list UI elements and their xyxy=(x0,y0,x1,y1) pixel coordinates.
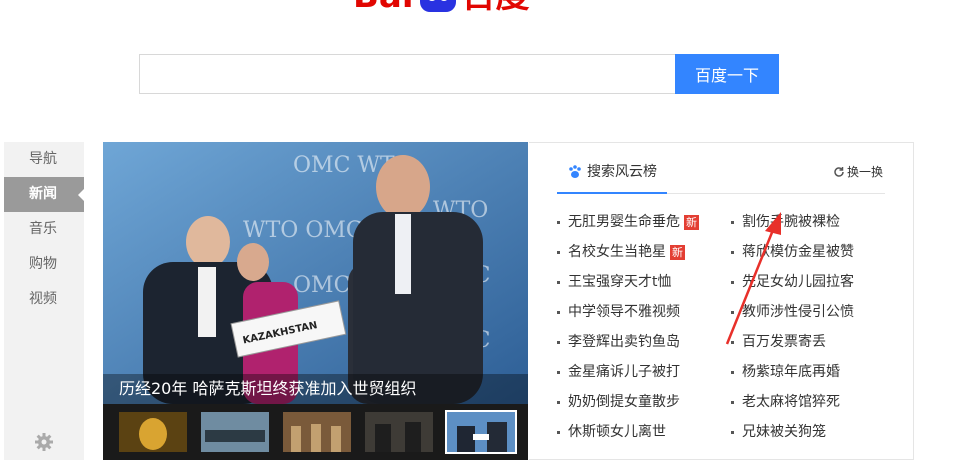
hot-item[interactable]: 休斯顿女儿离世 xyxy=(557,417,699,447)
hot-list-left: 无肛男婴生命垂危新 名校女生当艳星新 王宝强穿天才t恤 中学领导不雅视频 李登辉… xyxy=(557,207,699,447)
nav-item-daohang[interactable]: 导航 xyxy=(4,142,84,177)
hot-item[interactable]: 李登辉出卖钓鱼岛 xyxy=(557,327,699,357)
thumbnail-3[interactable] xyxy=(283,412,351,452)
hot-item[interactable]: 蒋欣模仿金星被赞 xyxy=(731,237,854,267)
new-badge: 新 xyxy=(684,214,699,230)
gear-icon[interactable] xyxy=(34,432,54,452)
hot-item[interactable]: 杨紫琼年底再婚 xyxy=(731,357,854,387)
hot-item[interactable]: 奶奶倒提女童散步 xyxy=(557,387,699,417)
thumbnail-strip xyxy=(103,404,528,460)
paw-icon xyxy=(419,0,456,12)
hot-item[interactable]: 先足女幼儿园拉客 xyxy=(731,267,854,297)
hot-item[interactable]: 割伤手腕被裸检 xyxy=(731,207,854,237)
nav-item-music[interactable]: 音乐 xyxy=(4,212,84,247)
search-button[interactable]: 百度一下 xyxy=(675,54,779,94)
search-input[interactable] xyxy=(139,54,682,94)
tab-hot-search[interactable]: 搜索风云榜 xyxy=(557,159,667,194)
news-image: OMC WTO WTO OMC WTO OMC OMC OMC KAZAKHST… xyxy=(103,142,528,404)
thumbnail-1[interactable] xyxy=(119,412,187,452)
tab-label: 搜索风云榜 xyxy=(587,164,657,180)
panel-header: 搜索风云榜 换一换 xyxy=(557,159,885,194)
news-photo[interactable]: OMC WTO WTO OMC WTO OMC OMC OMC KAZAKHST… xyxy=(103,142,528,460)
new-badge: 新 xyxy=(670,244,685,260)
thumbnail-5[interactable] xyxy=(445,410,517,454)
paw-icon xyxy=(569,165,581,178)
nav-item-shopping[interactable]: 购物 xyxy=(4,247,84,282)
hot-item[interactable]: 中学领导不雅视频 xyxy=(557,297,699,327)
thumbnail-4[interactable] xyxy=(365,412,433,452)
hot-item[interactable]: 金星痛诉儿子被打 xyxy=(557,357,699,387)
nav-item-video[interactable]: 视频 xyxy=(4,282,84,317)
hot-search-panel: 搜索风云榜 换一换 无肛男婴生命垂危新 名校女生当艳星新 王宝强穿天才t恤 中学… xyxy=(529,142,914,460)
refresh-icon xyxy=(834,166,844,177)
baidu-logo[interactable]: Bai 百度 xyxy=(353,0,565,14)
nav-item-news[interactable]: 新闻 xyxy=(4,177,85,212)
hot-item[interactable]: 百万发票寄丢 xyxy=(731,327,854,357)
refresh-button[interactable]: 换一换 xyxy=(833,163,883,180)
hot-item[interactable]: 教师涉性侵引公愤 xyxy=(731,297,854,327)
hot-list-right: 割伤手腕被裸检 蒋欣模仿金星被赞 先足女幼儿园拉客 教师涉性侵引公愤 百万发票寄… xyxy=(731,207,854,447)
hot-item[interactable]: 王宝强穿天才t恤 xyxy=(557,267,699,297)
svg-text:OMC: OMC xyxy=(293,273,350,298)
thumbnail-2[interactable] xyxy=(201,412,269,452)
hot-item[interactable]: 老太麻将馆猝死 xyxy=(731,387,854,417)
logo-latin: Bai xyxy=(353,0,414,14)
news-headline[interactable]: 历经20年 哈萨克斯坦终获准加入世贸组织 xyxy=(103,374,528,404)
hot-item[interactable]: 无肛男婴生命垂危新 xyxy=(557,207,699,237)
hot-item[interactable]: 名校女生当艳星新 xyxy=(557,237,699,267)
hot-item[interactable]: 兄妹被关狗笼 xyxy=(731,417,854,447)
refresh-label: 换一换 xyxy=(846,165,883,179)
logo-chinese: 百度 xyxy=(462,0,530,14)
svg-text:WTO OMC: WTO OMC xyxy=(243,218,363,243)
side-nav: 导航 新闻 音乐 购物 视频 xyxy=(4,142,85,460)
